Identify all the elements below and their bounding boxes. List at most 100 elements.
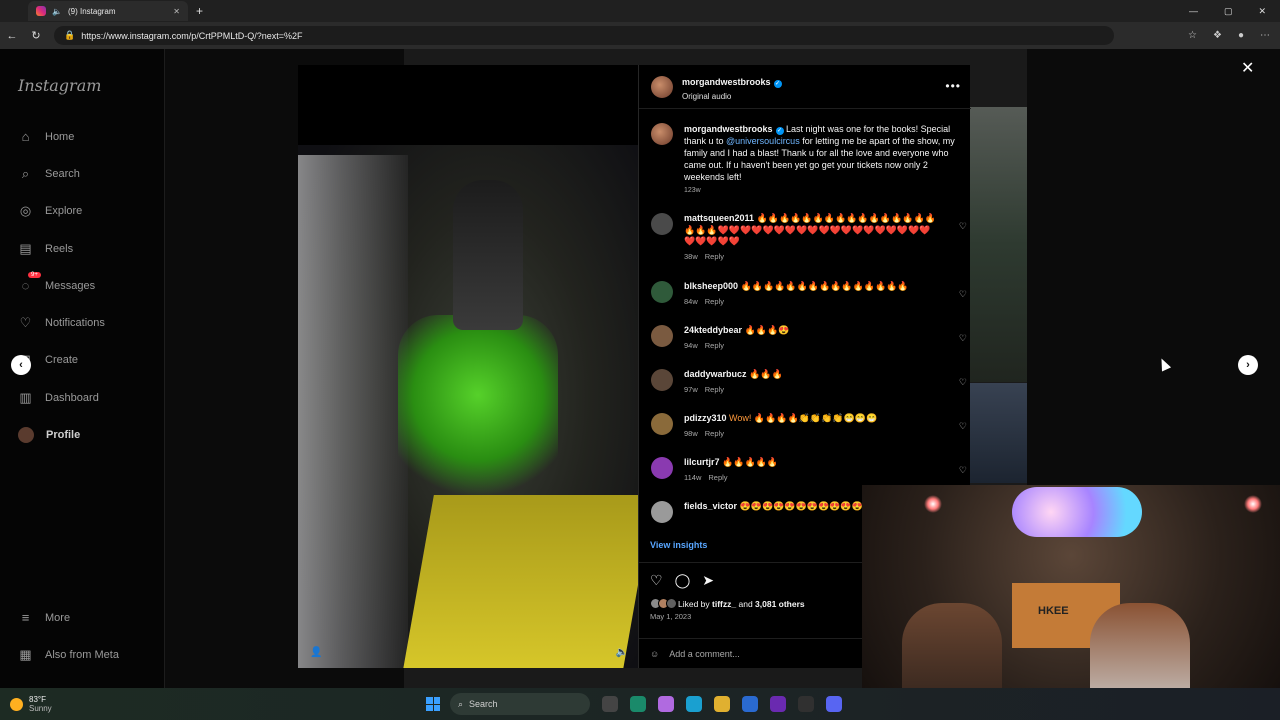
previous-post-button[interactable]: ‹	[11, 355, 31, 375]
comment: mattsqueen2011 🔥🔥🔥🔥🔥🔥🔥🔥🔥🔥🔥🔥🔥🔥🔥🔥🔥🔥🔥❤️❤️❤️…	[651, 213, 967, 281]
reply-button[interactable]: Reply	[708, 473, 727, 482]
avatar[interactable]	[651, 413, 673, 435]
sidebar-item-profile[interactable]: Profile	[18, 427, 80, 443]
comment-username[interactable]: fields_victor	[684, 501, 737, 511]
minimize-button[interactable]: —	[1189, 6, 1198, 17]
avatar[interactable]	[651, 501, 673, 523]
more-options-icon[interactable]: •••	[945, 79, 961, 93]
collections-icon[interactable]: ❖	[1213, 30, 1222, 41]
reply-button[interactable]: Reply	[705, 252, 724, 261]
obs-icon[interactable]	[798, 696, 814, 712]
comment-age: 98w	[684, 428, 698, 438]
app-icon[interactable]	[770, 696, 786, 712]
url-field[interactable]: 🔒 https://www.instagram.com/p/CrtPPMLtD-…	[54, 26, 1114, 45]
comment-username[interactable]: blksheep000	[684, 281, 738, 291]
weather-condition: Sunny	[29, 704, 52, 713]
discord-icon[interactable]	[826, 696, 842, 712]
volume-icon[interactable]: 🔈	[616, 647, 628, 658]
sidebar-item-more[interactable]: ≡ More	[18, 610, 70, 625]
reply-button[interactable]: Reply	[705, 429, 724, 438]
close-icon[interactable]: ✕	[1241, 58, 1254, 78]
browser-tab[interactable]: 🔈 (9) Instagram ✕	[28, 1, 188, 21]
comment-username[interactable]: lilcurtjr7	[684, 457, 720, 467]
cloud-light	[1012, 487, 1142, 537]
instagram-logo[interactable]: Instagram	[18, 76, 101, 95]
sidebar-item-dashboard[interactable]: ▥ Dashboard	[18, 390, 98, 406]
avatar[interactable]	[651, 281, 673, 303]
lock-icon: 🔒	[64, 30, 76, 40]
caption-username[interactable]: morgandwestbrooks	[684, 124, 773, 134]
caption-mention[interactable]: @universoulcircus	[726, 136, 800, 146]
comment: daddywarbucz 🔥🔥🔥 97w Reply ♡	[651, 369, 967, 413]
comment-icon[interactable]: ◯	[675, 572, 691, 589]
emoji-icon[interactable]: ☺	[650, 649, 659, 659]
star-icon[interactable]: ☆	[1188, 30, 1197, 41]
like-icon[interactable]: ♡	[650, 572, 663, 589]
sidebar-item-explore[interactable]: ◎ Explore	[18, 203, 82, 219]
tagged-user-icon[interactable]: 👤	[310, 647, 322, 658]
avatar[interactable]	[651, 75, 673, 98]
store-icon[interactable]	[742, 696, 758, 712]
sidebar-item-meta[interactable]: ▦ Also from Meta	[18, 647, 119, 663]
edge-icon[interactable]	[686, 696, 702, 712]
sidebar-item-home[interactable]: ⌂ Home	[18, 129, 75, 144]
speaker-icon[interactable]: 🔈	[52, 7, 62, 16]
avatar[interactable]	[651, 457, 673, 479]
share-icon[interactable]: ➤	[702, 572, 714, 589]
sidebar-item-reels[interactable]: ▤ Reels	[18, 241, 73, 257]
new-tab-button[interactable]: +	[196, 4, 203, 18]
reply-button[interactable]: Reply	[705, 385, 724, 394]
task-view-icon[interactable]	[602, 696, 618, 712]
avatar[interactable]	[651, 325, 673, 347]
comment-username[interactable]: pdizzy310	[684, 413, 727, 423]
temperature: 83°F	[29, 695, 46, 704]
back-arrow-icon[interactable]: ←	[0, 30, 24, 42]
avatar[interactable]	[651, 213, 673, 235]
tab-close-icon[interactable]: ✕	[173, 7, 180, 16]
next-post-button[interactable]: ›	[1238, 355, 1258, 375]
maximize-button[interactable]: ▢	[1224, 6, 1233, 17]
sidebar-item-messages[interactable]: ◌ 9+ Messages	[18, 272, 95, 293]
reply-button[interactable]: Reply	[705, 341, 724, 350]
view-insights-link[interactable]: View insights	[650, 540, 707, 550]
add-comment-input[interactable]: Add a comment...	[669, 649, 740, 659]
like-comment-icon[interactable]: ♡	[959, 377, 967, 388]
windows-start-icon[interactable]	[426, 697, 440, 711]
liked-by-user[interactable]: tiffzz_	[712, 599, 736, 609]
like-comment-icon[interactable]: ♡	[959, 221, 967, 232]
file-explorer-icon[interactable]	[714, 696, 730, 712]
sidebar-item-search[interactable]: ⌕ Search	[18, 166, 80, 182]
close-window-button[interactable]: ✕	[1258, 6, 1266, 17]
menu-dots-icon[interactable]: ⋯	[1260, 30, 1270, 41]
liked-by-mid: and	[736, 598, 756, 609]
window-controls: — ▢ ✕	[1189, 6, 1280, 17]
audio-label[interactable]: Original audio	[682, 92, 782, 101]
taskbar-search[interactable]: ⌕ Search	[450, 693, 590, 715]
like-comment-icon[interactable]: ♡	[959, 289, 967, 300]
comment-username[interactable]: 24kteddybear	[684, 325, 742, 335]
sidebar-item-notifications[interactable]: ♡ Notifications	[18, 315, 105, 331]
sidebar-item-label: Explore	[45, 205, 83, 217]
webcam-overlay: HKEE	[862, 485, 1280, 720]
author-username[interactable]: morgandwestbrooks	[682, 77, 771, 87]
like-comment-icon[interactable]: ♡	[959, 333, 967, 344]
app-icon[interactable]	[630, 696, 646, 712]
comment-username[interactable]: mattsqueen2011	[684, 213, 754, 223]
app-icon[interactable]	[658, 696, 674, 712]
avatar[interactable]	[651, 369, 673, 391]
weather-widget[interactable]: 83°F Sunny	[10, 695, 52, 713]
reply-button[interactable]: Reply	[705, 297, 724, 306]
taskbar-search-label: Search	[469, 699, 498, 709]
comment-age: 114w	[684, 472, 702, 482]
like-comment-icon[interactable]: ♡	[959, 421, 967, 432]
comment-username[interactable]: daddywarbucz	[684, 369, 747, 379]
post-video[interactable]: 👤 🔈	[298, 65, 638, 668]
comment-age: 38w	[684, 251, 698, 261]
comment-text: Wow! 🔥🔥🔥🔥👏👏👏👏😁😁😁	[729, 413, 878, 423]
like-comment-icon[interactable]: ♡	[959, 465, 967, 476]
profile-icon[interactable]: ●	[1238, 30, 1244, 41]
avatar[interactable]	[651, 123, 673, 145]
refresh-icon[interactable]: ↻	[24, 29, 48, 42]
likes-count[interactable]: 3,081 others	[755, 599, 805, 609]
sun-icon	[10, 697, 23, 711]
